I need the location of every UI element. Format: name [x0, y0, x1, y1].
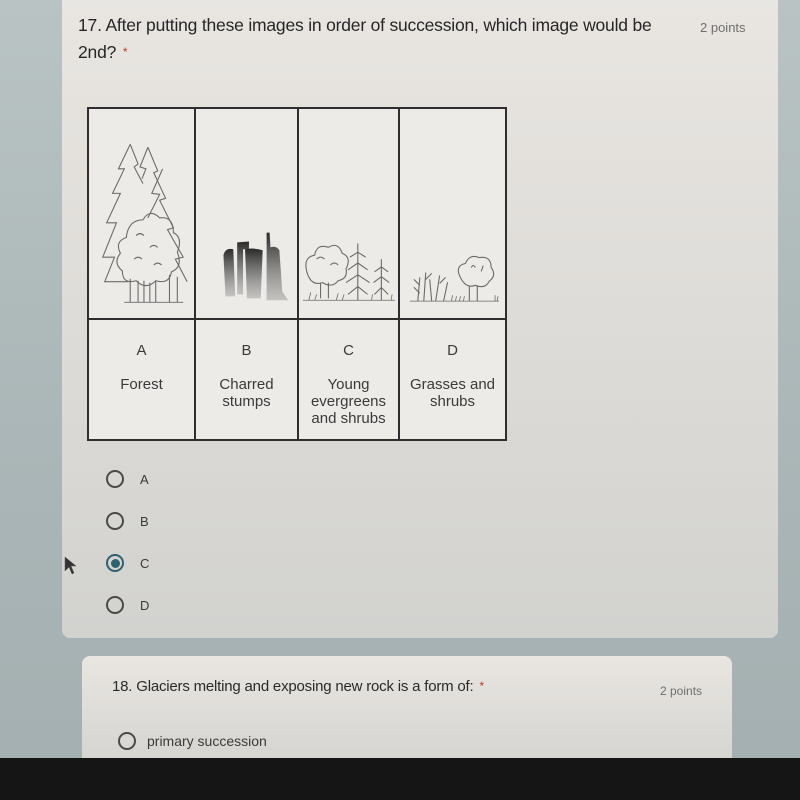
- option-a[interactable]: A: [106, 458, 149, 500]
- required-asterisk: *: [122, 45, 128, 59]
- screen-bezel: [0, 758, 800, 800]
- question-text: After putting these images in order of s…: [78, 15, 652, 62]
- required-asterisk: *: [479, 679, 484, 693]
- option-b[interactable]: B: [106, 500, 149, 542]
- answer-options: A B C D: [106, 458, 149, 626]
- forest-trees-icon: [101, 144, 188, 303]
- option-label: A: [140, 471, 149, 487]
- points-label: 2 points: [660, 684, 703, 698]
- panel-a-label: A Forest: [89, 320, 196, 439]
- panel-description: Grasses and shrubs: [409, 376, 496, 410]
- question-number: 18.: [112, 678, 133, 695]
- answer-options: primary succession: [118, 720, 267, 762]
- option-label: primary succession: [147, 733, 267, 749]
- radio-button-selected[interactable]: [106, 554, 124, 572]
- panel-b-label: B Charred stumps: [196, 320, 299, 439]
- option-d[interactable]: D: [106, 584, 149, 626]
- panel-description: Forest: [120, 376, 163, 393]
- option-label: C: [140, 555, 150, 571]
- question-title: 18. Glaciers melting and exposing new ro…: [112, 673, 484, 700]
- panel-d-label: D Grasses and shrubs: [400, 320, 505, 439]
- option-c[interactable]: C: [106, 542, 149, 584]
- question-card-17: 17. After putting these images in order …: [62, 0, 778, 638]
- points-label: 2 points: [700, 20, 746, 35]
- panel-letter: A: [136, 342, 147, 359]
- panel-c-image: [299, 109, 400, 320]
- mouse-pointer-icon: [64, 556, 77, 575]
- panel-letter: C: [343, 342, 354, 359]
- question-title: 17. After putting these images in order …: [78, 12, 678, 66]
- grasses-shrubs-icon: [409, 255, 500, 302]
- young-evergreens-icon: [302, 243, 396, 301]
- option-label: D: [140, 597, 150, 613]
- option-primary-succession[interactable]: primary succession: [118, 720, 267, 762]
- radio-button[interactable]: [106, 470, 124, 488]
- radio-dot: [110, 558, 120, 568]
- question-number: 17.: [78, 15, 102, 35]
- panel-letter: D: [447, 342, 458, 359]
- panel-d-image: [400, 109, 505, 320]
- panel-description: Charred stumps: [219, 376, 274, 410]
- radio-button[interactable]: [106, 596, 124, 614]
- panel-c-label: C Young evergreens and shrubs: [299, 320, 400, 439]
- question-text: Glaciers melting and exposing new rock i…: [136, 678, 474, 695]
- panel-letter: B: [241, 342, 252, 359]
- succession-figure: A Forest B Charred stumps C Young evergr…: [87, 107, 507, 441]
- radio-button[interactable]: [118, 732, 136, 750]
- panel-a-image: [89, 109, 196, 320]
- radio-button[interactable]: [106, 512, 124, 530]
- option-label: B: [140, 513, 149, 529]
- charred-stumps-icon: [223, 232, 289, 301]
- panel-description: Young evergreens and shrubs: [310, 376, 387, 427]
- panel-b-image: [196, 109, 299, 320]
